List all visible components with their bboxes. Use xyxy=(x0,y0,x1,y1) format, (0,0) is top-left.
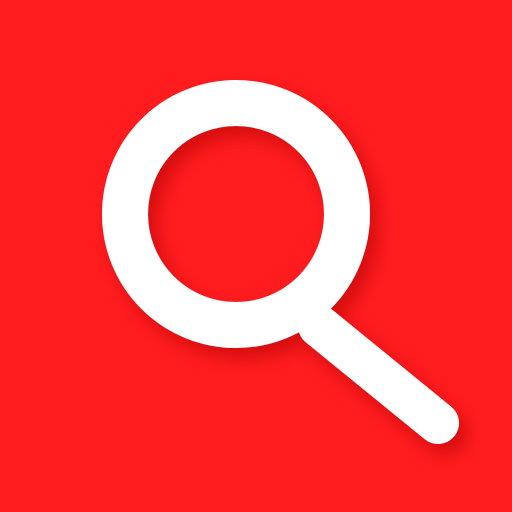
search-icon xyxy=(0,0,512,512)
search-app-icon[interactable] xyxy=(0,0,512,512)
